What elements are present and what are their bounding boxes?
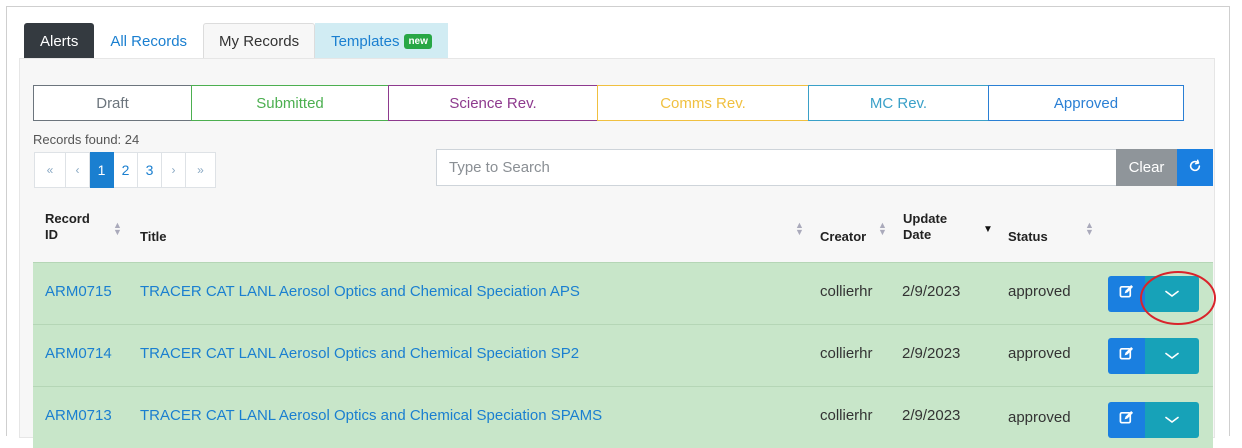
sort-icon: ▲ ▼ xyxy=(878,220,887,237)
expand-button[interactable] xyxy=(1145,338,1199,374)
record-title-link[interactable]: TRACER CAT LANL Aerosol Optics and Chemi… xyxy=(140,283,580,301)
edit-icon xyxy=(1119,284,1134,304)
search-input[interactable] xyxy=(436,149,1116,186)
record-update-date: 2/9/2023 xyxy=(902,345,961,362)
record-creator: collierhr xyxy=(820,345,873,362)
edit-icon xyxy=(1119,410,1134,430)
page-2-button[interactable]: 2 xyxy=(114,152,138,188)
status-filter-mc-rev[interactable]: MC Rev. xyxy=(808,85,989,121)
column-header-title[interactable]: Title xyxy=(140,229,167,245)
refresh-icon xyxy=(1188,159,1202,176)
page-first-button[interactable]: « xyxy=(34,152,66,188)
page-next-button[interactable]: › xyxy=(162,152,186,188)
record-status: approved xyxy=(1008,409,1071,426)
record-creator: collierhr xyxy=(820,407,873,424)
page-prev-button[interactable]: ‹ xyxy=(66,152,90,188)
record-tabs: Alerts All Records My Records Templates … xyxy=(24,23,448,59)
expand-button[interactable] xyxy=(1145,402,1199,438)
record-title-link[interactable]: TRACER CAT LANL Aerosol Optics and Chemi… xyxy=(140,345,579,363)
new-badge: new xyxy=(404,34,432,49)
status-filter-draft[interactable]: Draft xyxy=(33,85,192,121)
table-row: ARM0713 TRACER CAT LANL Aerosol Optics a… xyxy=(33,386,1213,448)
tab-all-records[interactable]: All Records xyxy=(94,23,203,59)
table-row: ARM0715 TRACER CAT LANL Aerosol Optics a… xyxy=(33,262,1213,324)
tab-alerts-label: Alerts xyxy=(40,33,79,50)
edit-button[interactable] xyxy=(1108,402,1145,438)
status-filter-bar: Draft Submitted Science Rev. Comms Rev. … xyxy=(33,85,1184,121)
record-update-date: 2/9/2023 xyxy=(902,283,961,300)
record-update-date: 2/9/2023 xyxy=(902,407,961,424)
record-id-link[interactable]: ARM0715 xyxy=(45,283,112,301)
chevron-down-icon xyxy=(1165,347,1179,365)
edit-button[interactable] xyxy=(1108,338,1145,374)
status-filter-approved[interactable]: Approved xyxy=(988,85,1184,121)
status-filter-submitted[interactable]: Submitted xyxy=(191,85,389,121)
tab-templates[interactable]: Templates new xyxy=(315,23,448,59)
clear-search-button[interactable]: Clear xyxy=(1116,149,1177,186)
record-status: approved xyxy=(1008,345,1071,362)
sort-icon: ▲ ▼ xyxy=(113,220,122,237)
tab-my-records-label: My Records xyxy=(219,33,300,50)
table-row: ARM0714 TRACER CAT LANL Aerosol Optics a… xyxy=(33,324,1213,386)
page-1-button[interactable]: 1 xyxy=(90,152,114,188)
page-last-button[interactable]: » xyxy=(186,152,216,188)
edit-button[interactable] xyxy=(1108,276,1145,312)
record-id-link[interactable]: ARM0714 xyxy=(45,345,112,363)
tab-all-records-label: All Records xyxy=(110,33,188,50)
tab-alerts[interactable]: Alerts xyxy=(24,23,95,59)
record-creator: collierhr xyxy=(820,283,873,300)
column-header-update-date[interactable]: Update Date xyxy=(903,211,953,243)
sort-desc-icon: ▼ xyxy=(983,224,993,235)
tab-templates-label: Templates xyxy=(331,33,400,50)
sort-icon: ▲ ▼ xyxy=(1085,220,1094,237)
sort-icon: ▲ ▼ xyxy=(795,220,804,237)
expand-button[interactable] xyxy=(1145,276,1199,312)
column-header-record-id[interactable]: Record ID xyxy=(45,211,93,243)
page-3-button[interactable]: 3 xyxy=(138,152,162,188)
column-header-creator[interactable]: Creator xyxy=(820,229,866,245)
record-title-link[interactable]: TRACER CAT LANL Aerosol Optics and Chemi… xyxy=(140,407,602,425)
status-filter-comms-rev[interactable]: Comms Rev. xyxy=(597,85,809,121)
pagination: « ‹ 1 2 3 › » xyxy=(34,152,216,188)
record-id-link[interactable]: ARM0713 xyxy=(45,407,112,425)
chevron-down-icon xyxy=(1165,411,1179,429)
refresh-button[interactable] xyxy=(1177,149,1213,186)
column-header-status[interactable]: Status xyxy=(1008,229,1048,245)
edit-icon xyxy=(1119,346,1134,366)
status-filter-science-rev[interactable]: Science Rev. xyxy=(388,85,598,121)
tab-my-records[interactable]: My Records xyxy=(203,23,316,59)
chevron-down-icon xyxy=(1165,285,1179,303)
record-status: approved xyxy=(1008,283,1071,300)
records-found-count: Records found: 24 xyxy=(33,132,140,147)
